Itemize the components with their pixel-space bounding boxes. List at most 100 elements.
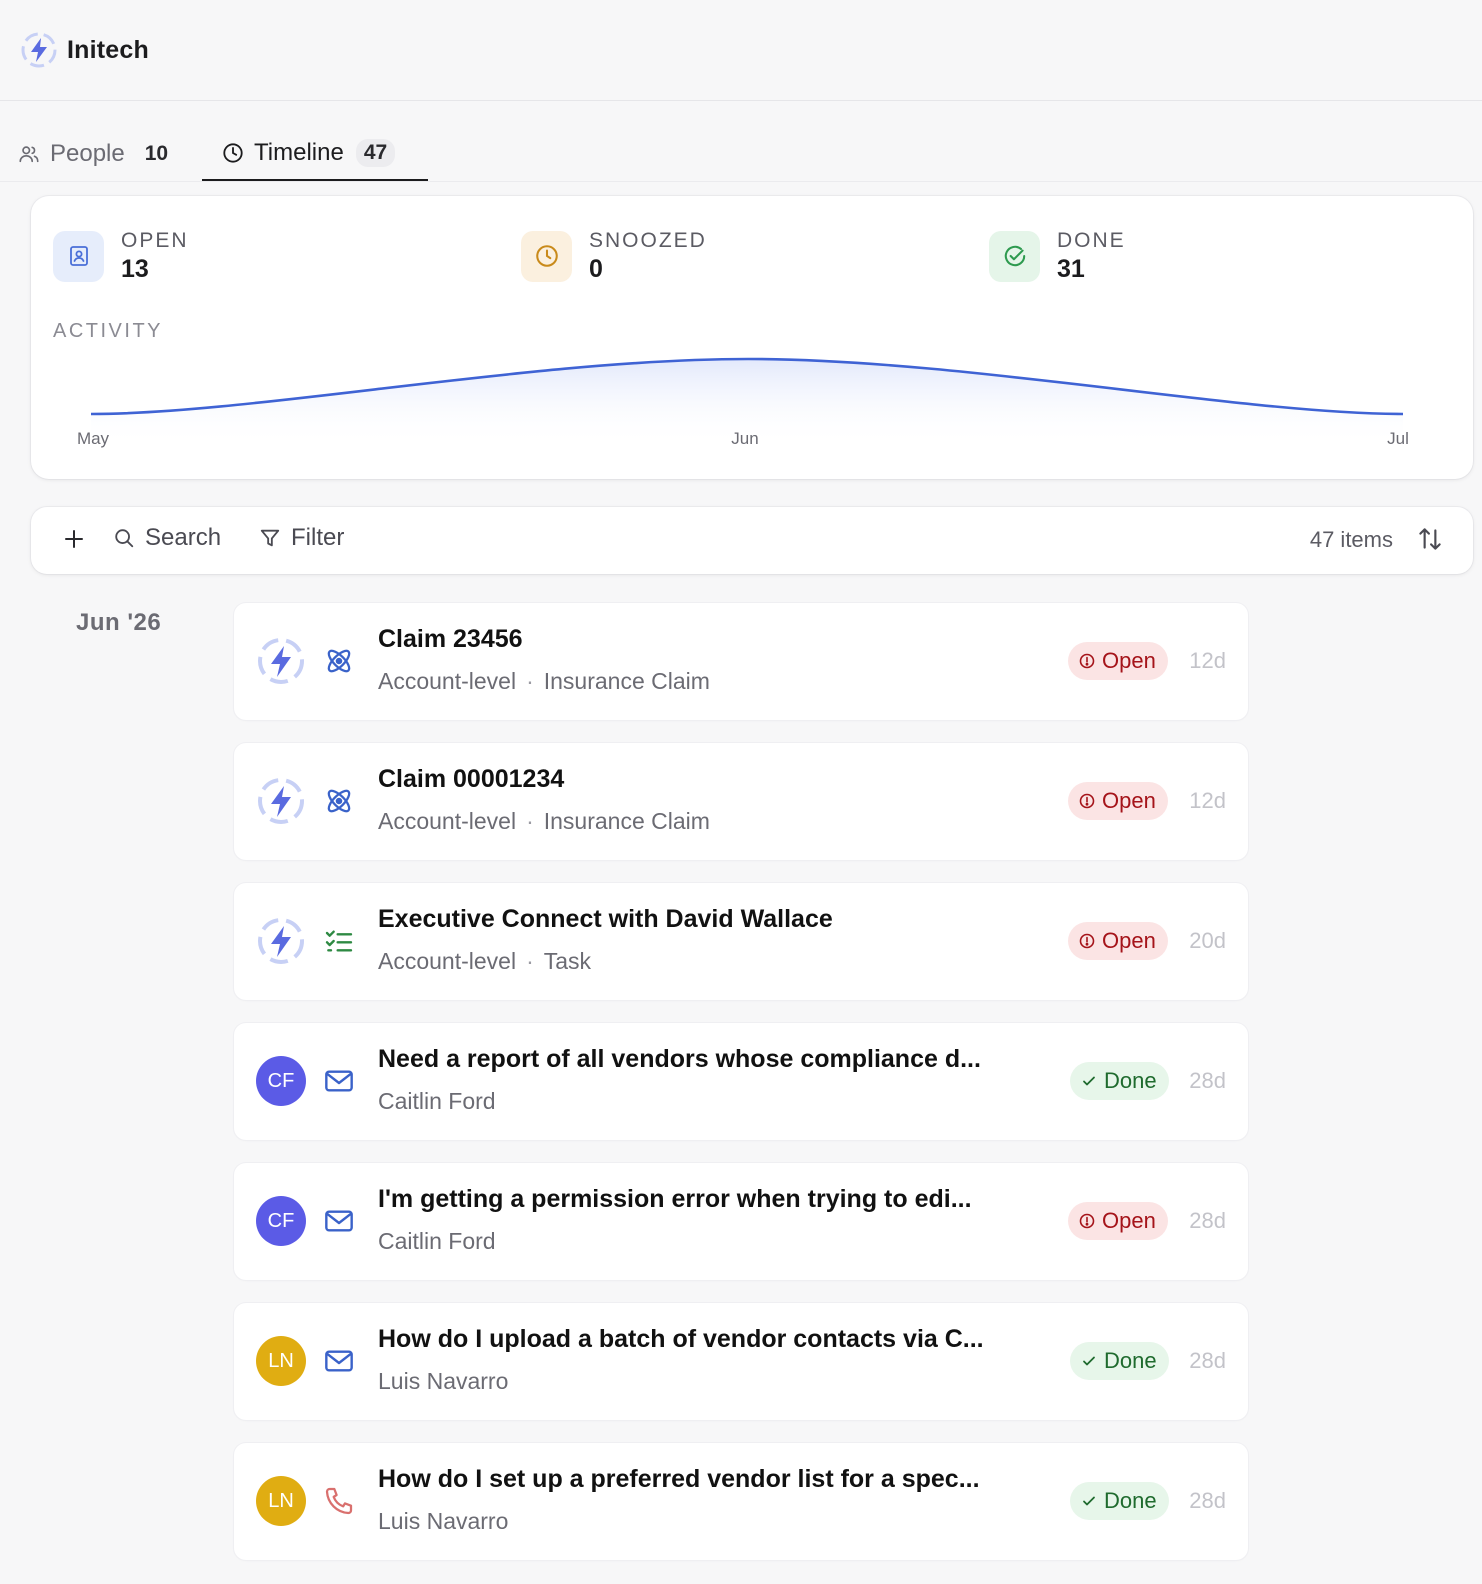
tab-bar: People 10 Timeline 47 xyxy=(0,126,1482,182)
sort-button[interactable] xyxy=(1417,524,1443,559)
status-badge: Done xyxy=(1070,1062,1169,1100)
alert-circle-icon xyxy=(1079,933,1102,949)
tab-people-label: People xyxy=(50,140,125,167)
search-label: Search xyxy=(145,524,222,551)
list-toolbar: Search Filter 47 items xyxy=(31,507,1473,574)
avatar-initials: CF xyxy=(267,1069,295,1092)
timeline-item[interactable]: Executive Connect with David Wallace Acc… xyxy=(234,883,1248,1000)
item-title: How do I set up a preferred vendor list … xyxy=(378,1465,980,1493)
initech-logo-icon xyxy=(256,776,306,826)
status-badge: Done xyxy=(1070,1342,1169,1380)
filter-icon xyxy=(260,529,280,547)
separator-dot: · xyxy=(526,808,534,834)
item-scope: Account-level xyxy=(378,668,517,694)
item-title: Claim 23456 xyxy=(378,625,523,653)
tab-timeline[interactable]: Timeline 47 xyxy=(202,126,428,182)
phone-icon xyxy=(322,1484,356,1518)
item-person: Luis Navarro xyxy=(378,1368,509,1394)
item-subtitle: Caitlin Ford xyxy=(378,1088,496,1115)
item-scope: Account-level xyxy=(378,808,517,834)
stat-done-label: DONE xyxy=(1057,229,1126,252)
tab-people[interactable]: People 10 xyxy=(18,126,176,182)
item-age: 28d xyxy=(1189,1068,1226,1093)
clock-icon xyxy=(222,142,244,164)
item-person: Caitlin Ford xyxy=(378,1228,496,1254)
timeline-item[interactable]: CF Need a report of all vendors whose co… xyxy=(234,1023,1248,1140)
timeline-item[interactable]: Claim 23456 Account-level · Insurance Clai… xyxy=(234,603,1248,720)
check-icon xyxy=(1081,1493,1104,1509)
check-circle-icon xyxy=(989,230,1040,282)
item-age: 28d xyxy=(1189,1208,1226,1233)
mail-icon xyxy=(322,1064,356,1098)
stats-card: OPEN 13 SNOOZED 0 DONE 31 ACTIVITY May J… xyxy=(31,196,1473,479)
search-button[interactable]: Search xyxy=(113,524,221,552)
timeline-item[interactable]: LN How do I upload a batch of vendor con… xyxy=(234,1303,1248,1420)
initech-logo-icon xyxy=(256,916,306,966)
mail-icon xyxy=(322,1344,356,1378)
item-person: Caitlin Ford xyxy=(378,1088,496,1114)
item-subtitle: Account-level · Insurance Claim xyxy=(378,808,710,835)
avatar[interactable]: LN xyxy=(256,1476,306,1526)
mail-icon xyxy=(322,1204,356,1238)
tabs-divider xyxy=(0,181,1482,182)
item-age: 28d xyxy=(1189,1488,1226,1513)
status-label: Done xyxy=(1104,1488,1157,1513)
item-title: Need a report of all vendors whose compl… xyxy=(378,1045,981,1073)
status-label: Open xyxy=(1102,928,1156,953)
add-button[interactable] xyxy=(59,524,89,554)
item-subtitle: Luis Navarro xyxy=(378,1508,508,1535)
item-person: Luis Navarro xyxy=(378,1508,509,1534)
date-group-label: Jun '26 xyxy=(76,609,162,636)
org-name: Initech xyxy=(67,35,149,64)
x-tick-jun: Jun xyxy=(731,429,758,448)
status-badge: Done xyxy=(1070,1482,1169,1520)
timeline-item[interactable]: CF I'm getting a permission error when t… xyxy=(234,1163,1248,1280)
alert-circle-icon xyxy=(1079,793,1102,809)
alert-circle-icon xyxy=(1079,653,1102,669)
avatar[interactable]: LN xyxy=(256,1336,306,1386)
status-badge: Open xyxy=(1068,922,1168,960)
stat-open-label: OPEN xyxy=(121,229,189,252)
tab-timeline-count: 47 xyxy=(355,138,396,167)
item-type: Insurance Claim xyxy=(543,808,710,834)
item-title: Executive Connect with David Wallace xyxy=(378,905,833,933)
stat-open-value: 13 xyxy=(121,255,149,283)
avatar[interactable]: CF xyxy=(256,1196,306,1246)
tab-timeline-label: Timeline xyxy=(254,138,344,166)
avatar-initials: LN xyxy=(268,1489,294,1512)
item-age: 28d xyxy=(1189,1348,1226,1373)
item-title: Claim 00001234 xyxy=(378,765,565,793)
stat-done[interactable]: DONE 31 xyxy=(989,228,1126,284)
stat-snoozed-label: SNOOZED xyxy=(589,229,707,252)
item-type: Task xyxy=(543,948,592,974)
filter-label: Filter xyxy=(291,524,345,551)
avatar-initials: CF xyxy=(267,1209,295,1232)
item-subtitle: Caitlin Ford xyxy=(378,1228,496,1255)
search-icon xyxy=(115,529,134,548)
status-label: Done xyxy=(1104,1348,1157,1373)
item-age: 12d xyxy=(1189,788,1226,813)
initech-logo-icon xyxy=(256,636,306,686)
item-scope: Account-level xyxy=(378,948,517,974)
activity-label: ACTIVITY xyxy=(53,320,164,342)
status-badge: Open xyxy=(1068,1202,1168,1240)
separator-dot: · xyxy=(526,948,534,974)
item-age: 12d xyxy=(1189,648,1226,673)
initech-logo-icon[interactable] xyxy=(20,31,58,69)
stat-open[interactable]: OPEN 13 xyxy=(53,228,189,284)
item-subtitle: Account-level · Task xyxy=(378,948,591,975)
status-label: Done xyxy=(1104,1068,1157,1093)
item-title: How do I upload a batch of vendor contac… xyxy=(378,1325,984,1353)
filter-button[interactable]: Filter xyxy=(259,524,344,552)
avatar[interactable]: CF xyxy=(256,1056,306,1106)
timeline-item[interactable]: Claim 00001234 Account-level · Insurance C… xyxy=(234,743,1248,860)
stat-snoozed[interactable]: SNOOZED 0 xyxy=(521,228,707,284)
app-header: Initech xyxy=(0,0,1482,101)
status-label: Open xyxy=(1102,648,1156,673)
item-age: 20d xyxy=(1189,928,1226,953)
items-count: 47 items xyxy=(1309,527,1393,552)
status-badge: Open xyxy=(1068,642,1168,680)
stat-snoozed-value: 0 xyxy=(589,255,603,283)
timeline-item[interactable]: LN How do I set up a preferred vendor li… xyxy=(234,1443,1248,1560)
avatar-initials: LN xyxy=(268,1349,294,1372)
